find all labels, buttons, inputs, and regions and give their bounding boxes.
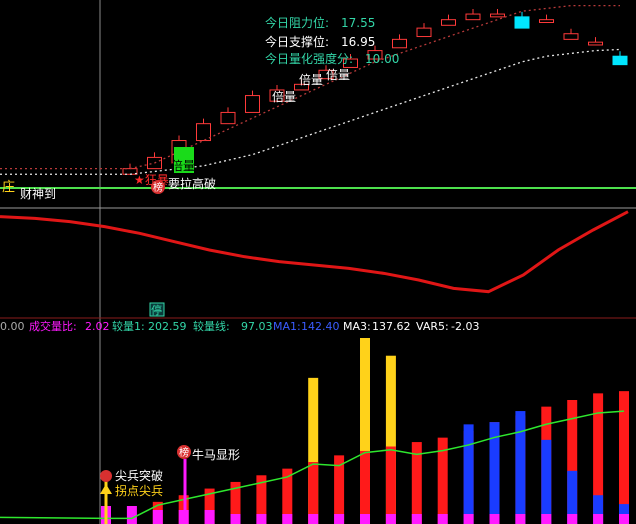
candle-20	[588, 41, 603, 46]
volume-bar-magenta-3	[152, 514, 163, 524]
volume-bar-magenta-9	[308, 514, 319, 524]
candle-19	[563, 33, 579, 40]
niuma-label: 牛马显形	[192, 447, 240, 462]
volume-bar-magenta-7	[256, 514, 267, 524]
stop-badge-text: 停	[151, 303, 162, 317]
readout-strength-label: 今日量化强度分:	[265, 51, 353, 66]
beiliang-label-4: 倍量	[326, 67, 350, 82]
volume-bar-magenta-18	[541, 514, 552, 524]
volume-bar-magenta-11	[360, 514, 370, 524]
candle-18	[539, 19, 554, 23]
candle-14	[441, 19, 456, 26]
candle-6	[245, 95, 260, 113]
resistance-dotted-line	[0, 4, 620, 170]
volume-bar-magenta-14	[437, 514, 448, 524]
header-jl1-value: 202.59	[148, 320, 187, 333]
readout-support-label: 今日支撑位:	[265, 34, 329, 49]
header-ma1-label: MA1:	[273, 320, 301, 333]
header-ma3-value: 137.62	[372, 320, 411, 333]
header-ma1-value: 142.40	[301, 320, 340, 333]
header-volratio-value: 2.02	[85, 320, 110, 333]
jianbing-label: 尖兵突破	[115, 468, 163, 483]
readout-resist-value: 17.55	[341, 16, 375, 30]
jianbing-badge-icon	[100, 470, 112, 482]
volume-bar-magenta-20	[593, 514, 604, 524]
guaidian-label: 拐点尖兵	[115, 483, 163, 498]
header-zero: 0.00	[0, 320, 25, 333]
niuma-badge-text: 榜	[179, 446, 189, 459]
volume-bar-magenta-12	[385, 514, 396, 524]
volume-bar-blue-15	[463, 424, 474, 524]
header-var5-label: VAR5:	[416, 320, 449, 333]
divergence-curve	[0, 210, 629, 294]
header-var5-value: -2.03	[451, 320, 479, 333]
zhuang-label: 庄	[2, 179, 15, 195]
beiliang-label-1: 倍量	[171, 158, 195, 173]
divergence-red-line	[0, 210, 629, 294]
volume-ratio-bar-2	[126, 506, 137, 514]
header-jlx-value: 97.03	[241, 320, 273, 333]
volume-bar-magenta-8	[282, 514, 293, 524]
beiliang-label-3: 倍量	[299, 72, 323, 87]
readout-support-value: 16.95	[341, 35, 375, 49]
header-volratio-label: 成交量比:	[29, 319, 77, 333]
volume-bar-blue-18	[541, 439, 552, 524]
support-dotted-line	[0, 48, 621, 175]
tag-badge-text: 榜	[153, 181, 163, 194]
candlestick-series	[122, 9, 628, 175]
candle-15	[465, 13, 481, 21]
breakout-label: 要拉高破	[168, 176, 216, 191]
candle-13	[416, 27, 432, 38]
volume-bar-series	[101, 338, 629, 524]
volume-bar-magenta-17	[515, 514, 526, 524]
candle-4	[196, 123, 211, 142]
caishen-label: 财神到	[20, 187, 56, 201]
lower-annotations: 榜 牛马显形 尖兵突破 拐点尖兵	[100, 445, 240, 524]
volume-bar-magenta-19	[567, 514, 578, 524]
volume-ratio-bar-5	[204, 510, 215, 514]
volume-bar-red-12	[385, 446, 396, 524]
resistance-readouts: 今日阻力位: 17.55 今日支撑位: 16.95 今日量化强度分: 10.00	[265, 15, 399, 66]
candle-21	[612, 55, 628, 66]
volume-bar-magenta-15	[463, 514, 474, 524]
volume-bar-magenta-6	[230, 514, 241, 524]
header-ma3-label: MA3:	[343, 320, 371, 333]
volume-bar-magenta-13	[411, 514, 422, 524]
readout-resist-label: 今日阻力位:	[265, 15, 329, 30]
candle-17	[514, 16, 530, 29]
indicator-header: 0.00 成交量比: 2.02 较量1: 202.59 较量线: 97.03 M…	[0, 319, 479, 333]
volume-bar-magenta-5	[204, 514, 215, 524]
candle-12	[392, 38, 407, 49]
stock-chart-window: 今日阻力位: 17.55 今日支撑位: 16.95 今日量化强度分: 10.00…	[0, 0, 636, 524]
candle-5	[220, 111, 236, 125]
volume-bar-red-11	[360, 450, 370, 524]
beiliang-label-2: 倍量	[272, 89, 296, 104]
readout-strength-value: 10.00	[365, 52, 399, 66]
header-jlx-label: 较量线:	[193, 319, 230, 333]
volume-bar-magenta-4	[178, 514, 189, 524]
header-jl1-label: 较量1:	[112, 319, 145, 333]
volume-bar-blue-17	[515, 411, 526, 524]
volume-ratio-bar-3	[152, 510, 163, 514]
volume-bar-magenta-10	[334, 514, 345, 524]
guaidian-triangle-icon	[100, 484, 112, 494]
volume-bar-magenta-16	[489, 514, 500, 524]
candle-16	[490, 13, 505, 18]
support-resistance-lines	[0, 4, 621, 175]
volume-bar-magenta-21	[619, 514, 629, 524]
upper-annotations: 庄 财神到 ★狂暴 榜 要拉高破 倍量 倍量 倍量 倍量 停	[2, 67, 350, 317]
stock-chart-canvas[interactable]: 今日阻力位: 17.55 今日支撑位: 16.95 今日量化强度分: 10.00…	[0, 0, 636, 524]
